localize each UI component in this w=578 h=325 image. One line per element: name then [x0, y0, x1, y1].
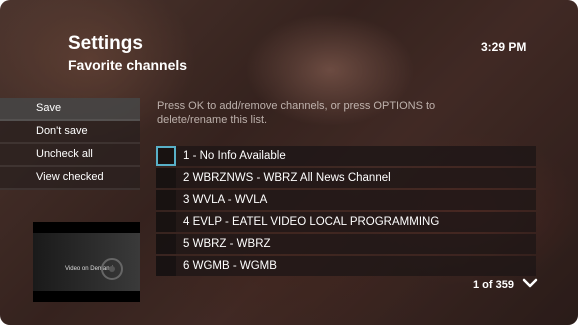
channel-row-5[interactable]: 5 WBRZ - WBRZ: [156, 234, 536, 254]
view-checked-button[interactable]: View checked: [0, 167, 140, 190]
channel-row-3[interactable]: 3 WVLA - WVLA: [156, 190, 536, 210]
channel-label: 3 WVLA - WVLA: [183, 194, 268, 206]
channel-checkbox[interactable]: [156, 234, 176, 254]
channel-checkbox[interactable]: [156, 256, 176, 276]
page-counter: 1 of 359: [473, 279, 514, 291]
channel-checkbox[interactable]: [156, 212, 176, 232]
channel-checkbox[interactable]: [156, 168, 176, 188]
channel-label: 5 WBRZ - WBRZ: [183, 238, 271, 250]
channel-label: 4 EVLP - EATEL VIDEO LOCAL PROGRAMMING: [183, 216, 440, 228]
channel-row-4[interactable]: 4 EVLP - EATEL VIDEO LOCAL PROGRAMMING: [156, 212, 536, 232]
channel-list: 1 - No Info Available 2 WBRZNWS - WBRZ A…: [156, 146, 536, 278]
preview-screen: Video on Demand: [33, 233, 140, 291]
dont-save-button[interactable]: Don't save: [0, 121, 140, 144]
channel-row-1[interactable]: 1 - No Info Available: [156, 146, 536, 166]
instructions-text: Press OK to add/remove channels, or pres…: [157, 100, 436, 126]
page-title: Settings: [68, 33, 143, 54]
clock: 3:29 PM: [481, 40, 527, 54]
chevron-down-icon[interactable]: [522, 275, 538, 291]
uncheck-all-button[interactable]: Uncheck all: [0, 144, 140, 167]
video-preview: Video on Demand: [33, 222, 140, 302]
channel-row-2[interactable]: 2 WBRZNWS - WBRZ All News Channel: [156, 168, 536, 188]
action-menu: Save Don't save Uncheck all View checked: [0, 98, 140, 190]
channel-label: 2 WBRZNWS - WBRZ All News Channel: [183, 172, 391, 184]
channel-label: 6 WGMB - WGMB: [183, 260, 277, 272]
save-button[interactable]: Save: [0, 98, 140, 121]
page-subtitle: Favorite channels: [68, 57, 188, 73]
channel-checkbox[interactable]: [156, 146, 176, 166]
film-reel-icon: [101, 258, 123, 280]
channel-checkbox[interactable]: [156, 190, 176, 210]
channel-row-6[interactable]: 6 WGMB - WGMB: [156, 256, 536, 276]
channel-label: 1 - No Info Available: [183, 150, 286, 162]
